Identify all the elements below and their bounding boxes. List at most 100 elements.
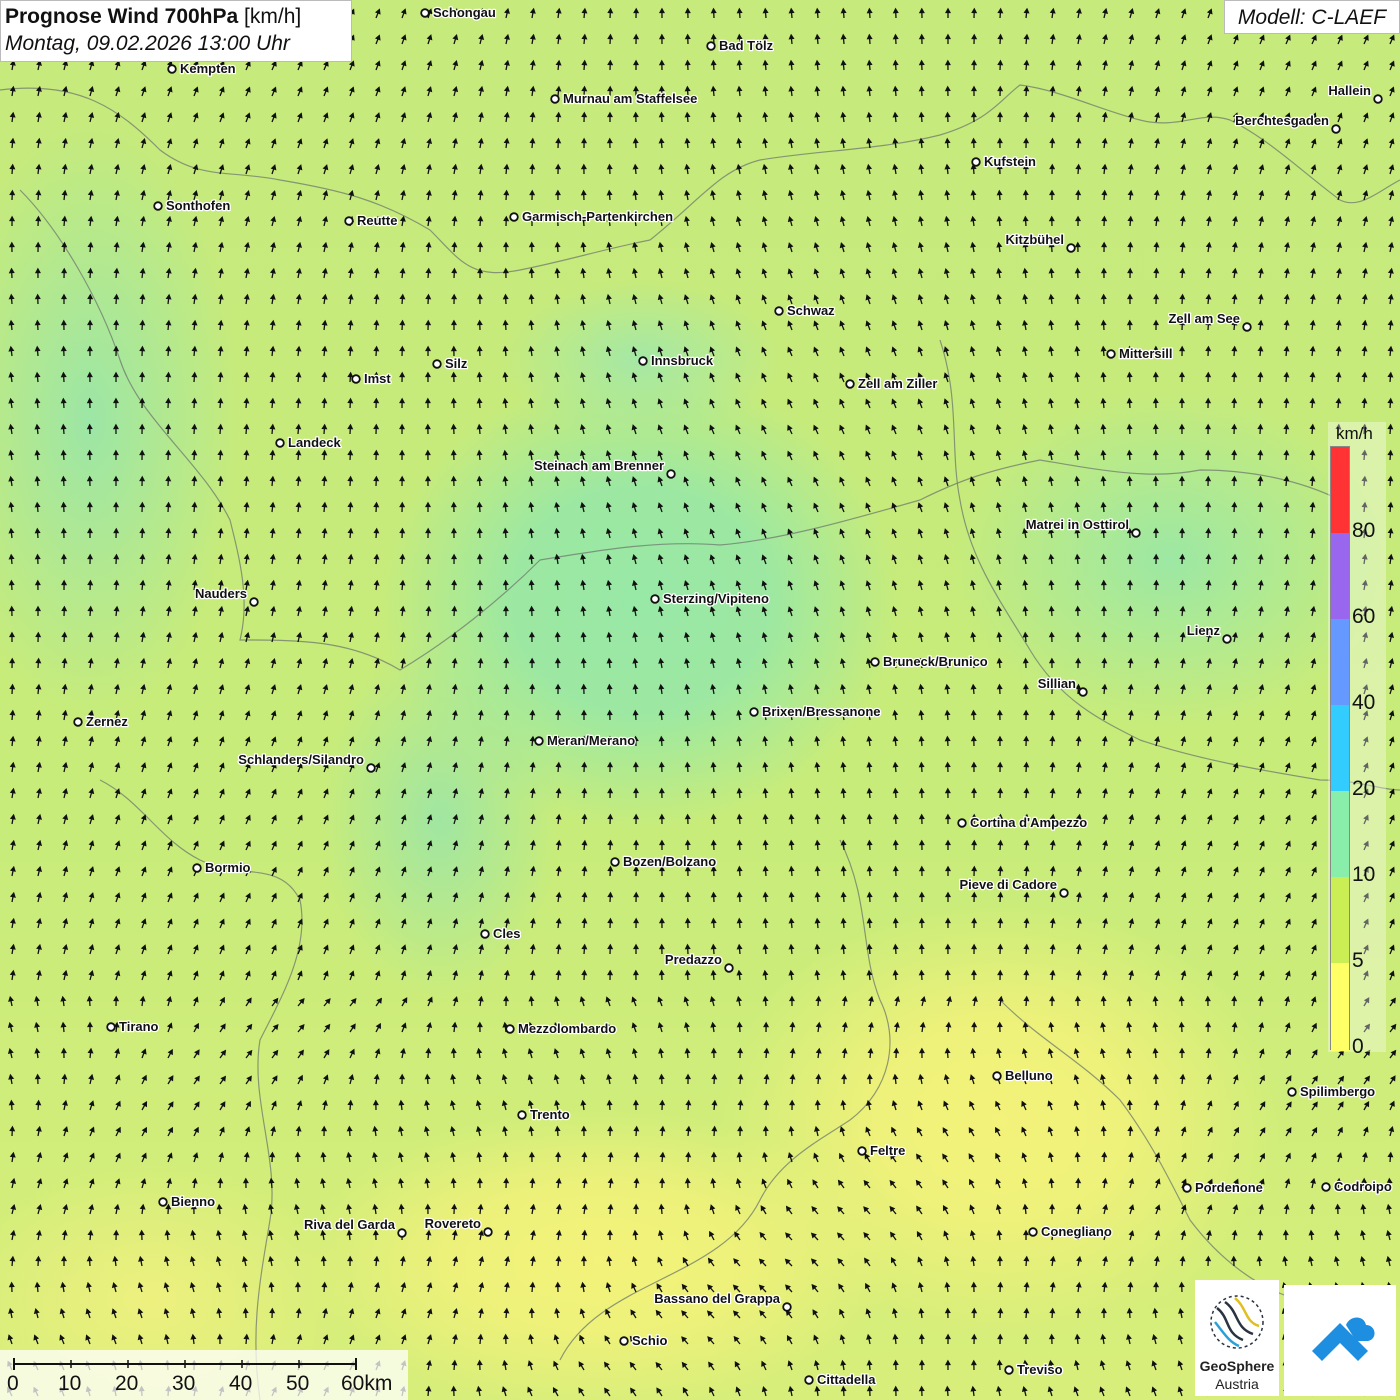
geosphere-logo[interactable]: GeoSphere Austria xyxy=(1195,1280,1279,1396)
city-marker[interactable]: Feltre xyxy=(857,1142,907,1159)
city-marker[interactable]: Bormio xyxy=(192,859,252,876)
city-marker[interactable]: Lienz xyxy=(1186,622,1232,644)
city-marker[interactable]: Kitzbühel xyxy=(1004,231,1076,253)
scale-label-50: 50 xyxy=(286,1372,310,1395)
city-dot xyxy=(957,818,967,828)
city-marker[interactable]: Bozen/Bolzano xyxy=(610,853,717,870)
city-label: Rovereto xyxy=(425,1216,481,1231)
city-marker[interactable]: Imst xyxy=(351,370,393,387)
city-marker[interactable]: Pordenone xyxy=(1182,1179,1264,1196)
city-marker[interactable]: Meran/Merano xyxy=(534,732,636,749)
city-marker[interactable]: Landeck xyxy=(275,434,343,451)
legend-segment xyxy=(1331,791,1349,877)
city-marker[interactable]: Codroipo xyxy=(1321,1178,1393,1195)
city-dot xyxy=(366,763,376,773)
city-marker[interactable]: Sterzing/Vipiteno xyxy=(650,590,770,607)
city-marker[interactable]: Pieve di Cadore xyxy=(958,876,1069,898)
city-marker[interactable]: Mittersill xyxy=(1106,345,1174,362)
city-marker[interactable]: Kufstein xyxy=(971,153,1037,170)
city-marker[interactable]: Tirano xyxy=(106,1018,160,1035)
city-marker[interactable]: Sillian xyxy=(1036,675,1088,697)
city-label: Sillian xyxy=(1038,676,1076,691)
city-dot xyxy=(192,863,202,873)
city-marker[interactable]: Trento xyxy=(517,1106,571,1123)
legend-tick-5: 5 xyxy=(1352,949,1364,972)
city-marker[interactable]: Steinach am Brenner xyxy=(533,457,676,479)
city-marker[interactable]: Schongau xyxy=(420,4,497,21)
title-bold: Prognose Wind 700hPa xyxy=(5,5,239,28)
city-marker[interactable]: Belluno xyxy=(992,1067,1054,1084)
city-dot xyxy=(1059,888,1069,898)
city-label: Meran/Merano xyxy=(547,733,635,748)
city-dot xyxy=(509,212,519,222)
city-label: Berchtesgaden xyxy=(1235,113,1329,128)
city-label: Nauders xyxy=(195,586,247,601)
city-marker[interactable]: Cortina d'Ampezzo xyxy=(957,814,1089,831)
app-logo[interactable] xyxy=(1284,1285,1396,1396)
city-marker[interactable]: Zell am See xyxy=(1167,310,1252,332)
legend-segment xyxy=(1331,705,1349,791)
city-dot xyxy=(1106,349,1116,359)
city-label: Bienno xyxy=(171,1194,215,1209)
legend-segment xyxy=(1331,533,1349,619)
wind-map[interactable]: Schongau Bad Tölz Kempten Murnau am Staffel… xyxy=(0,0,1400,1400)
city-marker[interactable]: Cles xyxy=(480,925,522,942)
city-marker[interactable]: Rovereto xyxy=(423,1215,493,1237)
city-label: Murnau am Staffelsee xyxy=(563,91,697,106)
city-label: Trento xyxy=(530,1107,570,1122)
city-marker[interactable]: Brixen/Bressanone xyxy=(749,703,882,720)
legend-tick-20: 20 xyxy=(1352,777,1376,800)
city-marker[interactable]: Reutte xyxy=(344,212,399,229)
logo-text-austria: Austria xyxy=(1215,1376,1259,1392)
city-label: Bassano del Grappa xyxy=(654,1291,780,1306)
city-marker[interactable]: Riva del Garda xyxy=(303,1216,407,1238)
city-dot xyxy=(1182,1183,1192,1193)
city-marker[interactable]: Schlanders/Silandro xyxy=(237,751,376,773)
city-dot xyxy=(1004,1365,1014,1375)
city-marker[interactable]: Schwaz xyxy=(774,302,836,319)
city-marker[interactable]: Kempten xyxy=(167,60,237,77)
city-label: Conegliano xyxy=(1041,1224,1112,1239)
city-marker[interactable]: Spilimbergo xyxy=(1287,1083,1376,1100)
city-marker[interactable]: Schio xyxy=(619,1332,669,1349)
city-marker[interactable]: Conegliano xyxy=(1028,1223,1113,1240)
city-marker[interactable]: Zell am Ziller xyxy=(845,375,939,392)
city-dot xyxy=(550,94,560,104)
city-label: Sterzing/Vipiteno xyxy=(663,591,769,606)
city-marker[interactable]: Hallein xyxy=(1327,82,1383,104)
legend-tick-40: 40 xyxy=(1352,691,1376,714)
city-marker[interactable]: Garmisch-Partenkirchen xyxy=(509,208,674,225)
city-marker[interactable]: Berchtesgaden xyxy=(1234,112,1341,134)
city-label: Hallein xyxy=(1328,83,1371,98)
city-marker[interactable]: Cittadella xyxy=(804,1371,878,1388)
city-marker[interactable]: Bad Tölz xyxy=(706,37,775,54)
city-marker[interactable]: Sonthofen xyxy=(153,197,232,214)
city-marker[interactable]: Bienno xyxy=(158,1193,216,1210)
city-label: Matrei in Osttirol xyxy=(1026,517,1129,532)
scale-bar: 0 10 20 30 40 50 60km xyxy=(0,1350,408,1400)
city-markers-layer: Schongau Bad Tölz Kempten Murnau am Staffel… xyxy=(73,4,1393,1388)
city-marker[interactable]: Nauders xyxy=(194,585,259,607)
city-marker[interactable]: Matrei in Osttirol xyxy=(1024,516,1141,538)
city-marker[interactable]: Innsbruck xyxy=(638,352,715,369)
city-label: Schongau xyxy=(433,5,496,20)
city-dot xyxy=(774,306,784,316)
city-label: Sonthofen xyxy=(166,198,230,213)
city-marker[interactable]: Treviso xyxy=(1004,1361,1064,1378)
city-marker[interactable]: Bassano del Grappa xyxy=(653,1290,792,1312)
city-label: Schio xyxy=(632,1333,667,1348)
city-label: Zell am See xyxy=(1168,311,1240,326)
city-dot xyxy=(344,216,354,226)
city-marker[interactable]: Zernez xyxy=(73,713,130,730)
city-marker[interactable]: Predazzo xyxy=(664,951,734,973)
city-marker[interactable]: Murnau am Staffelsee xyxy=(550,90,699,107)
city-marker[interactable]: Silz xyxy=(432,355,469,372)
city-marker[interactable]: Mezzolombardo xyxy=(505,1020,618,1037)
city-dot xyxy=(1066,243,1076,253)
legend-segment xyxy=(1331,619,1349,705)
city-marker[interactable]: Bruneck/Brunico xyxy=(870,653,989,670)
city-dot xyxy=(857,1146,867,1156)
city-dot xyxy=(480,929,490,939)
legend-segment xyxy=(1331,447,1349,533)
city-dot xyxy=(1321,1182,1331,1192)
